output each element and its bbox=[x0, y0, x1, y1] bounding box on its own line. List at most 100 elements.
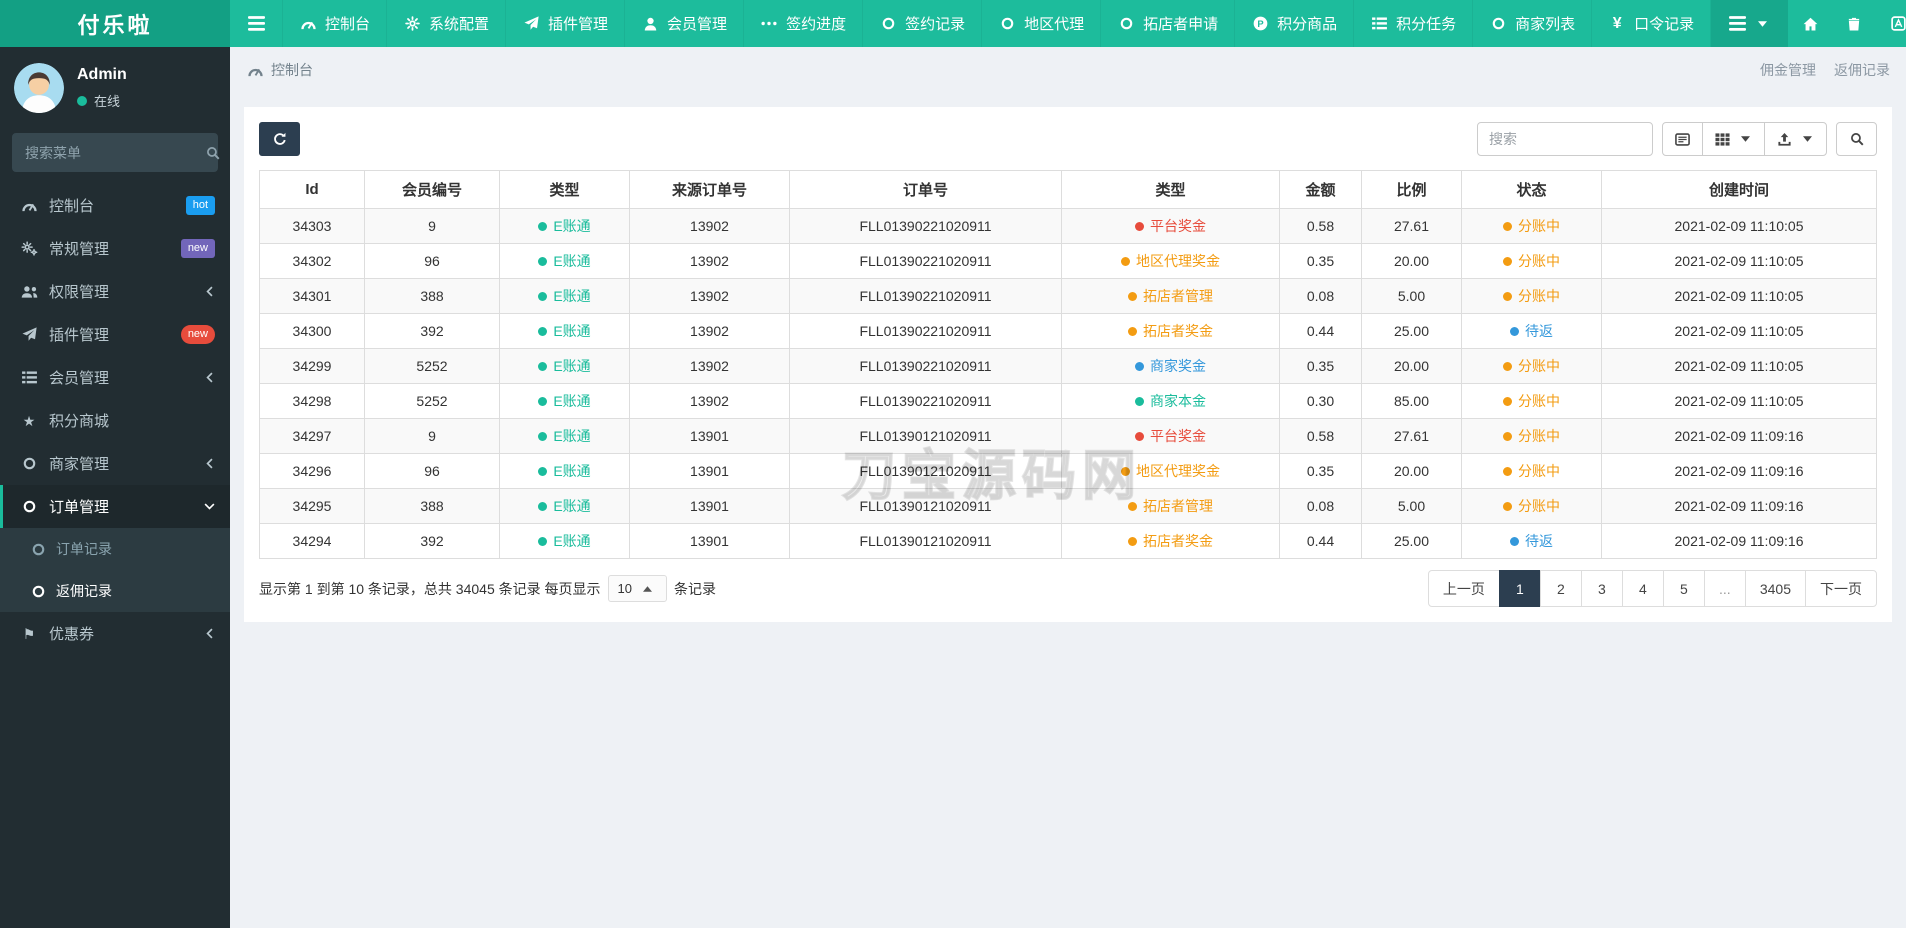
type-tag[interactable]: E账通 bbox=[538, 216, 591, 236]
type-tag[interactable]: 分账中 bbox=[1503, 496, 1560, 516]
type-tag[interactable]: 分账中 bbox=[1503, 216, 1560, 236]
sidebar-search-input[interactable] bbox=[25, 144, 206, 161]
type-tag[interactable]: 分账中 bbox=[1503, 391, 1560, 411]
sidebar-item[interactable]: 商家管理 bbox=[0, 442, 230, 485]
type-tag[interactable]: 分账中 bbox=[1503, 461, 1560, 481]
breadcrumb-right-item[interactable]: 返佣记录 bbox=[1834, 60, 1890, 80]
type-tag[interactable]: E账通 bbox=[538, 251, 591, 271]
page-button[interactable]: 4 bbox=[1621, 570, 1664, 607]
column-header[interactable]: 创建时间 bbox=[1601, 170, 1877, 209]
type-tag[interactable]: 商家本金 bbox=[1135, 391, 1206, 411]
topnav-item[interactable]: 插件管理 bbox=[505, 0, 624, 47]
type-tag[interactable]: 拓店者管理 bbox=[1128, 286, 1213, 306]
sidebar-item[interactable]: 会员管理 bbox=[0, 356, 230, 399]
column-header[interactable]: Id bbox=[259, 170, 365, 209]
topnav-item[interactable]: 会员管理 bbox=[624, 0, 743, 47]
topnav-item[interactable]: 拓店者申请 bbox=[1100, 0, 1234, 47]
type-tag[interactable]: 拓店者奖金 bbox=[1128, 321, 1213, 341]
type-tag[interactable]: 分账中 bbox=[1503, 426, 1560, 446]
type-tag[interactable]: E账通 bbox=[538, 531, 591, 551]
clear-trash-button[interactable] bbox=[1832, 0, 1876, 47]
table-row[interactable]: 34294 392 E账通 13901 FLL01390121020911 拓店者奖金 0.… bbox=[259, 523, 1877, 559]
page-button[interactable]: 3 bbox=[1580, 570, 1623, 607]
topnav-item[interactable]: 商家列表 bbox=[1472, 0, 1591, 47]
prev-page-button[interactable]: 上一页 bbox=[1427, 570, 1500, 607]
search-button[interactable] bbox=[1836, 122, 1877, 156]
cell-member: 388 bbox=[364, 488, 500, 524]
type-tag[interactable]: 待返 bbox=[1510, 321, 1553, 341]
export-button[interactable] bbox=[1764, 122, 1827, 156]
type-tag[interactable]: E账通 bbox=[538, 321, 591, 341]
type-tag[interactable]: E账通 bbox=[538, 391, 591, 411]
type-tag[interactable]: E账通 bbox=[538, 356, 591, 376]
column-header[interactable]: 来源订单号 bbox=[629, 170, 790, 209]
next-page-button[interactable]: 下一页 bbox=[1805, 570, 1877, 607]
breadcrumb-right-item[interactable]: 佣金管理 bbox=[1760, 60, 1816, 80]
topnav-item[interactable]: 控制台 bbox=[282, 0, 386, 47]
table-row[interactable]: 34301 388 E账通 13902 FLL01390221020911 拓店者管理 0.… bbox=[259, 278, 1877, 314]
topnav-item[interactable]: 积分任务 bbox=[1353, 0, 1472, 47]
page-button[interactable]: 1 bbox=[1498, 570, 1541, 607]
column-header[interactable]: 类型 bbox=[1061, 170, 1280, 209]
paging-toggle-button[interactable] bbox=[1662, 122, 1703, 156]
sidebar-subitem[interactable]: 返佣记录 bbox=[0, 570, 230, 612]
column-header[interactable]: 金额 bbox=[1279, 170, 1362, 209]
topnav-item[interactable]: 签约记录 bbox=[862, 0, 981, 47]
sidebar-item[interactable]: 控制台 hot bbox=[0, 184, 230, 227]
type-tag[interactable]: 地区代理奖金 bbox=[1121, 251, 1220, 271]
sidebar-item[interactable]: ★ 积分商城 bbox=[0, 399, 230, 442]
topnav-item[interactable]: 系统配置 bbox=[386, 0, 505, 47]
table-row[interactable]: 34297 9 E账通 13901 FLL01390121020911 平台奖金 0.58 2… bbox=[259, 418, 1877, 454]
type-tag[interactable]: E账通 bbox=[538, 426, 591, 446]
table-row[interactable]: 34295 388 E账通 13901 FLL01390121020911 拓店者管理 0.… bbox=[259, 488, 1877, 524]
table-search-input[interactable] bbox=[1477, 122, 1653, 156]
type-tag[interactable]: 分账中 bbox=[1503, 286, 1560, 306]
topnav-item[interactable]: P 积分商品 bbox=[1234, 0, 1353, 47]
page-button[interactable]: 3405 bbox=[1744, 570, 1806, 607]
sidebar-item[interactable]: ⚑ 优惠券 bbox=[0, 612, 230, 655]
table-row[interactable]: 34302 96 E账通 13902 FLL01390221020911 地区代理奖金 0.… bbox=[259, 243, 1877, 279]
column-header[interactable]: 订单号 bbox=[789, 170, 1062, 209]
type-tag[interactable]: 平台奖金 bbox=[1135, 426, 1206, 446]
table-row[interactable]: 34303 9 E账通 13902 FLL01390221020911 平台奖金 0.58 2… bbox=[259, 208, 1877, 244]
home-button[interactable] bbox=[1788, 0, 1832, 47]
type-tag[interactable]: 待返 bbox=[1510, 531, 1553, 551]
type-tag[interactable]: 平台奖金 bbox=[1135, 216, 1206, 236]
sidebar-item[interactable]: 权限管理 bbox=[0, 270, 230, 313]
page-button[interactable]: 5 bbox=[1662, 570, 1705, 607]
refresh-button[interactable] bbox=[259, 122, 300, 156]
type-tag[interactable]: E账通 bbox=[538, 496, 591, 516]
column-header[interactable]: 比例 bbox=[1361, 170, 1462, 209]
page-button[interactable]: 2 bbox=[1539, 570, 1582, 607]
menu-dropdown-button[interactable] bbox=[1711, 0, 1789, 47]
table-row[interactable]: 34296 96 E账通 13901 FLL01390121020911 地区代理奖金 0.… bbox=[259, 453, 1877, 489]
table-row[interactable]: 34300 392 E账通 13902 FLL01390221020911 拓店者奖金 0.… bbox=[259, 313, 1877, 349]
column-header[interactable]: 会员编号 bbox=[364, 170, 500, 209]
type-tag[interactable]: E账通 bbox=[538, 461, 591, 481]
table-row[interactable]: 34299 5252 E账通 13902 FLL01390221020911 商家奖金 0.… bbox=[259, 348, 1877, 384]
breadcrumb-home[interactable]: 控制台 bbox=[246, 60, 313, 80]
sidebar-subitem[interactable]: 订单记录 bbox=[0, 528, 230, 570]
clear-cache-button[interactable] bbox=[1876, 0, 1906, 47]
type-tag[interactable]: 分账中 bbox=[1503, 251, 1560, 271]
sidebar-item[interactable]: 订单管理 bbox=[0, 485, 230, 528]
columns-button[interactable] bbox=[1702, 122, 1765, 156]
type-tag[interactable]: 拓店者管理 bbox=[1128, 496, 1213, 516]
page-size-select[interactable]: 10 bbox=[607, 575, 667, 602]
topnav-item[interactable]: 地区代理 bbox=[981, 0, 1100, 47]
type-tag[interactable]: E账通 bbox=[538, 286, 591, 306]
page-button[interactable]: ... bbox=[1703, 570, 1746, 607]
type-tag[interactable]: 拓店者奖金 bbox=[1128, 531, 1213, 551]
topnav-item[interactable]: 签约进度 bbox=[743, 0, 862, 47]
sidebar-item[interactable]: 常规管理 new bbox=[0, 227, 230, 270]
column-header[interactable]: 状态 bbox=[1461, 170, 1602, 209]
sidebar-toggle-button[interactable] bbox=[230, 0, 282, 47]
type-tag[interactable]: 分账中 bbox=[1503, 356, 1560, 376]
brand-logo[interactable]: 付乐啦 bbox=[0, 0, 230, 47]
topnav-item[interactable]: ¥ 口令记录 bbox=[1591, 0, 1712, 47]
table-row[interactable]: 34298 5252 E账通 13902 FLL01390221020911 商家本金 0.… bbox=[259, 383, 1877, 419]
sidebar-item[interactable]: 插件管理 new bbox=[0, 313, 230, 356]
type-tag[interactable]: 商家奖金 bbox=[1135, 356, 1206, 376]
column-header[interactable]: 类型 bbox=[499, 170, 630, 209]
type-tag[interactable]: 地区代理奖金 bbox=[1121, 461, 1220, 481]
